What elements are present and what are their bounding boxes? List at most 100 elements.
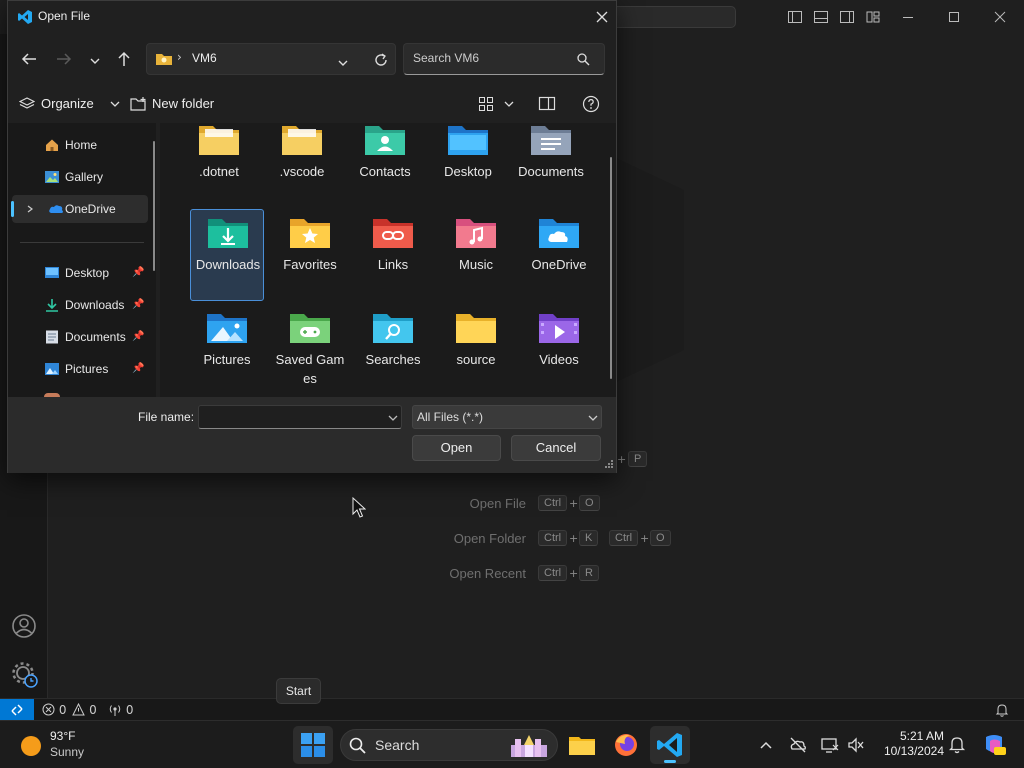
new-folder-button[interactable]: New folder <box>130 95 230 115</box>
file-explorer-icon <box>569 737 595 755</box>
shortcut-key: Ctrl <box>538 530 568 546</box>
network-icon[interactable] <box>820 735 840 755</box>
firefox-taskbar[interactable] <box>606 726 646 764</box>
copilot-icon[interactable] <box>980 731 1008 759</box>
forward-arrow-icon[interactable] <box>55 51 73 67</box>
folder-item[interactable]: Saved Games <box>273 305 347 397</box>
minimize-icon[interactable] <box>900 9 916 25</box>
taskbar: 93°F Sunny Search 5:21 AM 10/13/2024 <box>0 720 1024 768</box>
pin-icon[interactable]: 📌 <box>132 291 144 319</box>
resize-grip-icon[interactable] <box>602 459 614 471</box>
help-icon[interactable] <box>582 95 600 113</box>
ports-indicator[interactable]: 0 <box>108 702 133 718</box>
view-options-button[interactable] <box>478 95 518 115</box>
recent-locations-chevron-down-icon[interactable] <box>89 52 101 64</box>
nav-item-pictures[interactable]: Pictures 📌 <box>8 355 148 383</box>
folder-icon <box>199 126 239 155</box>
problems-indicator[interactable]: 0 0 <box>42 702 97 718</box>
search-icon <box>577 53 590 66</box>
taskbar-search[interactable]: Search <box>340 729 558 761</box>
show-hidden-icons-chevron-up-icon[interactable] <box>758 737 774 753</box>
desktop-icon <box>45 267 59 278</box>
folder-item[interactable]: .dotnet <box>182 123 256 209</box>
refresh-icon[interactable] <box>373 52 389 68</box>
file-name-input[interactable] <box>198 405 402 429</box>
navigation-pane: Home Gallery OneDrive Desktop 📌 Download… <box>8 123 156 397</box>
address-bar[interactable]: › VM6 <box>146 43 396 75</box>
open-button[interactable]: Open <box>412 435 501 461</box>
dialog-search-input[interactable]: Search VM6 <box>403 43 605 75</box>
open-recent-link[interactable]: Open Recent <box>376 566 526 581</box>
accounts-icon[interactable] <box>10 612 38 640</box>
toggle-secondary-sidebar-icon[interactable] <box>839 9 855 25</box>
breadcrumb-folder[interactable]: VM6 <box>192 51 217 65</box>
pin-icon[interactable]: 📌 <box>132 259 144 287</box>
open-file-link[interactable]: Open File <box>376 496 526 511</box>
pin-icon[interactable]: 📌 <box>132 355 144 383</box>
cancel-button[interactable]: Cancel <box>511 435 601 461</box>
toggle-primary-sidebar-icon[interactable] <box>787 9 803 25</box>
folder-item[interactable]: Pictures <box>190 305 264 397</box>
customize-layout-icon[interactable] <box>865 9 881 25</box>
nav-item-onedrive[interactable]: OneDrive <box>11 195 148 223</box>
nav-item-gallery[interactable]: Gallery <box>8 163 148 191</box>
folder-item[interactable]: Links <box>356 210 430 302</box>
nav-scrollbar[interactable] <box>153 141 155 271</box>
volume-muted-icon[interactable] <box>846 735 866 755</box>
folder-item[interactable]: Videos <box>522 305 596 397</box>
maximize-icon[interactable] <box>946 9 962 25</box>
favorites-folder-icon <box>290 219 330 248</box>
command-center[interactable] <box>612 6 736 28</box>
nav-item-documents[interactable]: Documents 📌 <box>8 323 148 351</box>
clock-time: 5:21 AM <box>899 729 944 743</box>
address-history-chevron-down-icon[interactable] <box>337 54 349 66</box>
folder-item[interactable]: Music <box>439 210 513 302</box>
videos-folder-icon <box>539 314 579 343</box>
folder-item[interactable]: Searches <box>356 305 430 397</box>
preview-pane-icon[interactable] <box>538 96 556 112</box>
expand-chevron-right-icon <box>27 205 33 213</box>
open-folder-link[interactable]: Open Folder <box>376 531 526 546</box>
nav-item-desktop[interactable]: Desktop 📌 <box>8 259 148 287</box>
folder-item[interactable]: Desktop <box>431 123 505 209</box>
music-folder-icon <box>456 219 496 248</box>
folder-item[interactable]: Contacts <box>348 123 422 209</box>
user-folder-icon <box>156 54 172 65</box>
folder-item[interactable]: source <box>439 305 513 397</box>
documents-icon <box>46 330 58 344</box>
folder-item[interactable]: OneDrive <box>522 210 596 302</box>
weather-temp: 93°F <box>50 729 76 743</box>
nav-item-downloads[interactable]: Downloads 📌 <box>8 291 148 319</box>
notifications-bell-icon[interactable] <box>994 702 1010 718</box>
folder-item-selected[interactable]: Downloads <box>190 209 264 301</box>
start-tooltip: Start <box>276 678 321 704</box>
close-window-icon[interactable] <box>992 9 1008 25</box>
up-arrow-icon[interactable] <box>116 50 132 68</box>
notification-bell-icon[interactable] <box>948 735 966 755</box>
back-arrow-icon[interactable] <box>20 51 38 67</box>
dialog-title: Open File <box>38 9 91 23</box>
start-button[interactable] <box>293 726 333 764</box>
pin-icon[interactable]: 📌 <box>132 323 144 351</box>
dialog-command-bar: Organize New folder <box>8 85 616 123</box>
folder-item[interactable]: .vscode <box>265 123 339 209</box>
links-folder-icon <box>373 219 413 248</box>
clock[interactable]: 5:21 AM 10/13/2024 <box>872 729 944 759</box>
folder-item[interactable]: Favorites <box>273 210 347 302</box>
vscode-taskbar[interactable] <box>650 726 690 764</box>
folder-item[interactable]: Documents <box>514 123 588 209</box>
onedrive-offline-icon[interactable] <box>788 735 808 755</box>
dialog-titlebar: Open File <box>8 1 616 33</box>
nav-item-home[interactable]: Home <box>8 131 148 159</box>
content-scrollbar[interactable] <box>610 157 612 379</box>
file-explorer-taskbar[interactable] <box>562 726 602 764</box>
chevron-down-icon <box>388 415 398 421</box>
manage-gear-icon[interactable] <box>10 660 40 690</box>
weather-desc: Sunny <box>50 745 85 759</box>
dialog-close-icon[interactable] <box>594 9 610 25</box>
file-type-select[interactable]: All Files (*.*) <box>412 405 602 429</box>
weather-widget[interactable]: 93°F Sunny <box>12 727 112 763</box>
downloads-folder-icon <box>208 219 248 248</box>
toggle-panel-icon[interactable] <box>813 9 829 25</box>
remote-indicator-icon[interactable] <box>0 699 34 721</box>
